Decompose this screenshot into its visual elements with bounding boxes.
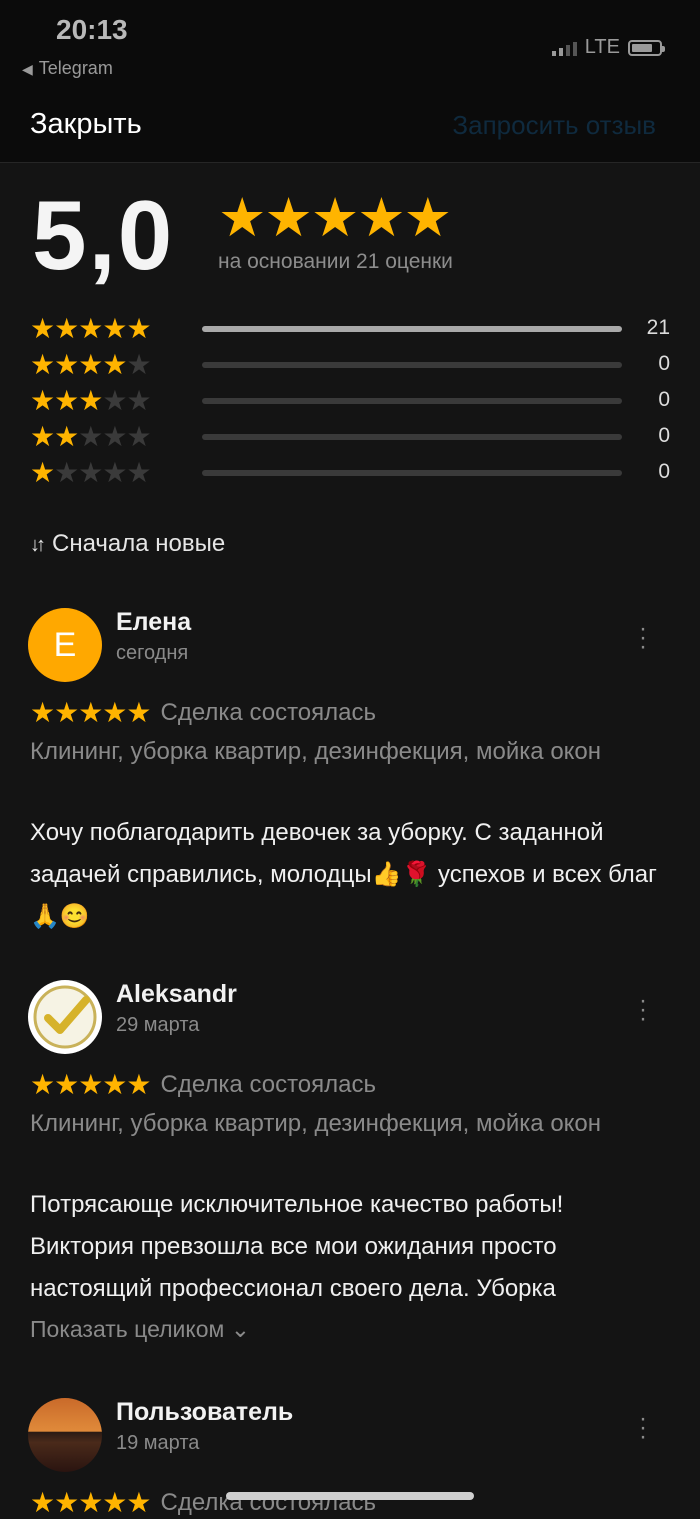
network-label: LTE [584,36,620,58]
rating-row-3: ★★★★★ 0 [30,386,670,416]
home-indicator[interactable] [226,1492,474,1500]
rating-row-stars: ★★★★★ [30,421,152,452]
rating-count: 0 [658,424,670,447]
more-options-icon[interactable]: · · · [638,1407,648,1449]
rating-row-1: ★★★★★ 0 [30,458,670,488]
review-text: Хочу поблагодарить девочек за уборку. С … [30,819,657,930]
sort-button[interactable]: ↓↑ Сначала новые [30,530,225,558]
reviewer-name: Елена [116,608,192,636]
rating-row-stars: ★★★★★ [30,349,152,380]
sort-label: Сначала новые [52,530,226,557]
average-stars: ★★★★★ [218,188,452,248]
rating-bar [202,398,622,404]
close-button[interactable]: Закрыть [30,108,142,141]
avatar [28,980,102,1054]
request-review-button[interactable]: Запросить отзыв [452,110,656,141]
review-date: 19 марта [116,1432,200,1454]
rating-bar-fill [202,326,622,332]
average-score: 5,0 [32,180,175,290]
reviewer-name: Aleksandr [116,980,237,1008]
review-category: Клининг, уборка квартир, дезинфекция, мо… [30,738,602,765]
avatar: Е [28,608,102,682]
rating-row-2: ★★★★★ 0 [30,422,670,452]
rating-bar [202,470,622,476]
rating-row-stars: ★★★★★ [30,457,152,488]
battery-icon [628,39,665,56]
review-stars: ★★★★★ [30,1487,152,1518]
signal-icon [551,40,577,56]
review-date: 29 марта [116,1014,200,1036]
checkmark-icon [33,985,97,1049]
review-stars: ★★★★★ [30,1069,152,1100]
rating-bar [202,326,622,332]
back-triangle-icon: ◀ [22,61,33,77]
top-navbar: Закрыть Запросить отзыв [0,90,700,163]
rating-row-stars: ★★★★★ [30,313,152,344]
avatar [28,1398,102,1472]
rating-bar [202,434,622,440]
rating-bar [202,362,622,368]
review-rating-line: ★★★★★ Сделка состоялась [30,696,376,729]
review-category: Клининг, уборка квартир, дезинфекция, мо… [30,1110,602,1137]
review-rating-line: ★★★★★ Сделка состоялась [30,1486,376,1519]
deal-status: Сделка состоялась [160,698,376,726]
rating-row-stars: ★★★★★ [30,385,152,416]
review-date: сегодня [116,642,189,664]
review-rating-line: ★★★★★ Сделка состоялась [30,1068,376,1101]
back-to-app[interactable]: ◀ Telegram [22,58,113,79]
status-indicators: LTE [551,36,665,59]
review-stars: ★★★★★ [30,697,152,728]
status-time: 20:13 [56,14,128,45]
rating-count: 21 [646,316,670,339]
status-bar: 20:13 ◀ Telegram LTE [0,0,700,90]
review-text: Потрясающе исключительное качество работ… [30,1191,564,1302]
back-app-label: Telegram [38,58,113,78]
rating-count: 0 [658,352,670,375]
rating-count: 0 [658,460,670,483]
based-on-count: на основании 21 оценки [218,250,453,273]
more-options-icon[interactable]: · · · [638,617,648,659]
avatar-letter: Е [53,625,77,664]
rating-count: 0 [658,388,670,411]
rating-row-5: ★★★★★ 21 [30,314,670,344]
rating-row-4: ★★★★★ 0 [30,350,670,380]
reviewer-name: Пользователь [116,1398,294,1426]
show-full-button[interactable]: Показать целиком ⌄ [30,1316,250,1343]
deal-status: Сделка состоялась [160,1070,376,1098]
sort-arrows-icon: ↓↑ [30,534,46,556]
more-options-icon[interactable]: · · · [638,989,648,1031]
